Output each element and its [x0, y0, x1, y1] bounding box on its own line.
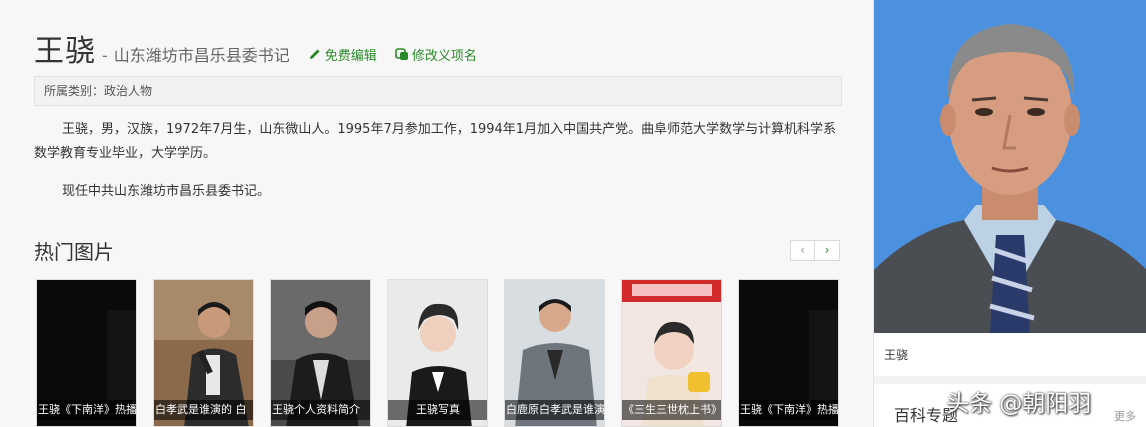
next-button[interactable]: › [815, 240, 840, 261]
portrait-photo[interactable] [874, 0, 1146, 333]
page-subtitle: 山东潍坊市昌乐县委书记 [113, 46, 290, 65]
thumbnail-caption: 《三生三世枕上书》 [622, 400, 721, 420]
thumbnail-caption: 王骁《下南洋》热播 [37, 400, 136, 420]
thumbnail[interactable]: 王骁《下南洋》热播 [738, 279, 839, 427]
thumbnail-caption: 白鹿原白孝武是谁演 [505, 400, 604, 420]
thumbnail[interactable]: 王骁写真 [387, 279, 488, 427]
thumbnail-caption: 王骁个人资料简介 [271, 400, 370, 420]
title-row: 王骁 - 山东潍坊市昌乐县委书记 免费编辑 修改义项名 [34, 26, 477, 70]
rename-button[interactable]: 修改义项名 [395, 45, 477, 64]
prev-button[interactable]: ‹ [790, 240, 815, 261]
image-pager: ‹ › [790, 240, 840, 261]
thumbnail[interactable]: 《三生三世枕上书》 [621, 279, 722, 427]
thumbnail[interactable]: 王骁个人资料简介 [270, 279, 371, 427]
thumbnail-caption: 王骁写真 [388, 400, 487, 420]
watermark: 头条 @朝阳羽 [946, 391, 1092, 417]
edit-button[interactable]: 免费编辑 [308, 45, 377, 64]
sidebar: 王骁 百科专题 更多 [873, 0, 1146, 427]
main-content: 王骁 - 山东潍坊市昌乐县委书记 免费编辑 修改义项名 所属类别：政治人物 王骁… [0, 0, 866, 427]
pencil-icon [309, 49, 320, 59]
edit-label: 免费编辑 [324, 48, 377, 64]
sidebar-divider [874, 376, 1146, 384]
intro-paragraph: 王骁，男，汉族，1972年7月生，山东微山人。1995年7月参加工作，1994年… [34, 122, 837, 161]
thumbnail[interactable]: 王骁《下南洋》热播 [36, 279, 137, 427]
more-link[interactable]: 更多 [1114, 408, 1136, 424]
thumbnail-caption: 王骁《下南洋》热播 [739, 400, 838, 420]
rename-label: 修改义项名 [411, 48, 477, 64]
hot-images-title: 热门图片 [34, 240, 114, 264]
thumbnail[interactable]: 白鹿原白孝武是谁演 [504, 279, 605, 427]
portrait-caption: 王骁 [884, 348, 909, 362]
rename-icon [395, 48, 408, 60]
category-box: 所属类别：政治人物 [34, 76, 842, 106]
page-title: 王骁 [34, 34, 96, 69]
thumbnail-caption: 白孝武是谁演的 白 [154, 400, 253, 420]
thumbnail[interactable]: 白孝武是谁演的 白 [153, 279, 254, 427]
title-dash: - [102, 46, 108, 65]
position-paragraph: 现任中共山东潍坊市昌乐县委书记。 [62, 184, 271, 199]
